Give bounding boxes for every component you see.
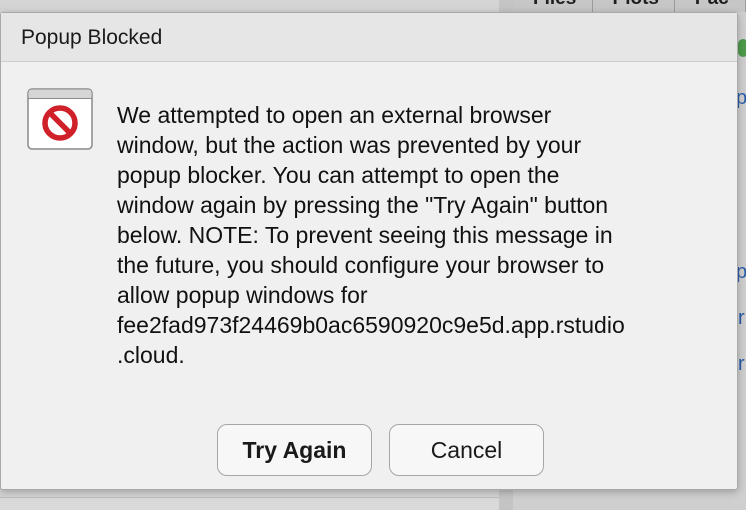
- cancel-button[interactable]: Cancel: [389, 424, 544, 476]
- dialog-header: Popup Blocked: [1, 13, 737, 62]
- try-again-button[interactable]: Try Again: [217, 424, 372, 476]
- dialog-message: We attempted to open an external browser…: [117, 102, 625, 368]
- background-bottom-strip: [0, 497, 499, 510]
- blocked-circle-icon: [27, 88, 93, 150]
- tab-files[interactable]: Files: [513, 0, 593, 12]
- tab-plots[interactable]: Plots: [593, 0, 675, 12]
- popup-blocked-dialog: Popup Blocked We attempted to open an ex…: [0, 12, 738, 490]
- background-link-fragment[interactable]: r: [738, 354, 745, 374]
- background-tab-bar: Files Plots Pac: [513, 0, 746, 12]
- dialog-title: Popup Blocked: [21, 26, 163, 49]
- background-status-icon: [738, 39, 746, 57]
- background-link-fragment[interactable]: r: [738, 308, 745, 328]
- tab-packages[interactable]: Pac: [675, 0, 746, 12]
